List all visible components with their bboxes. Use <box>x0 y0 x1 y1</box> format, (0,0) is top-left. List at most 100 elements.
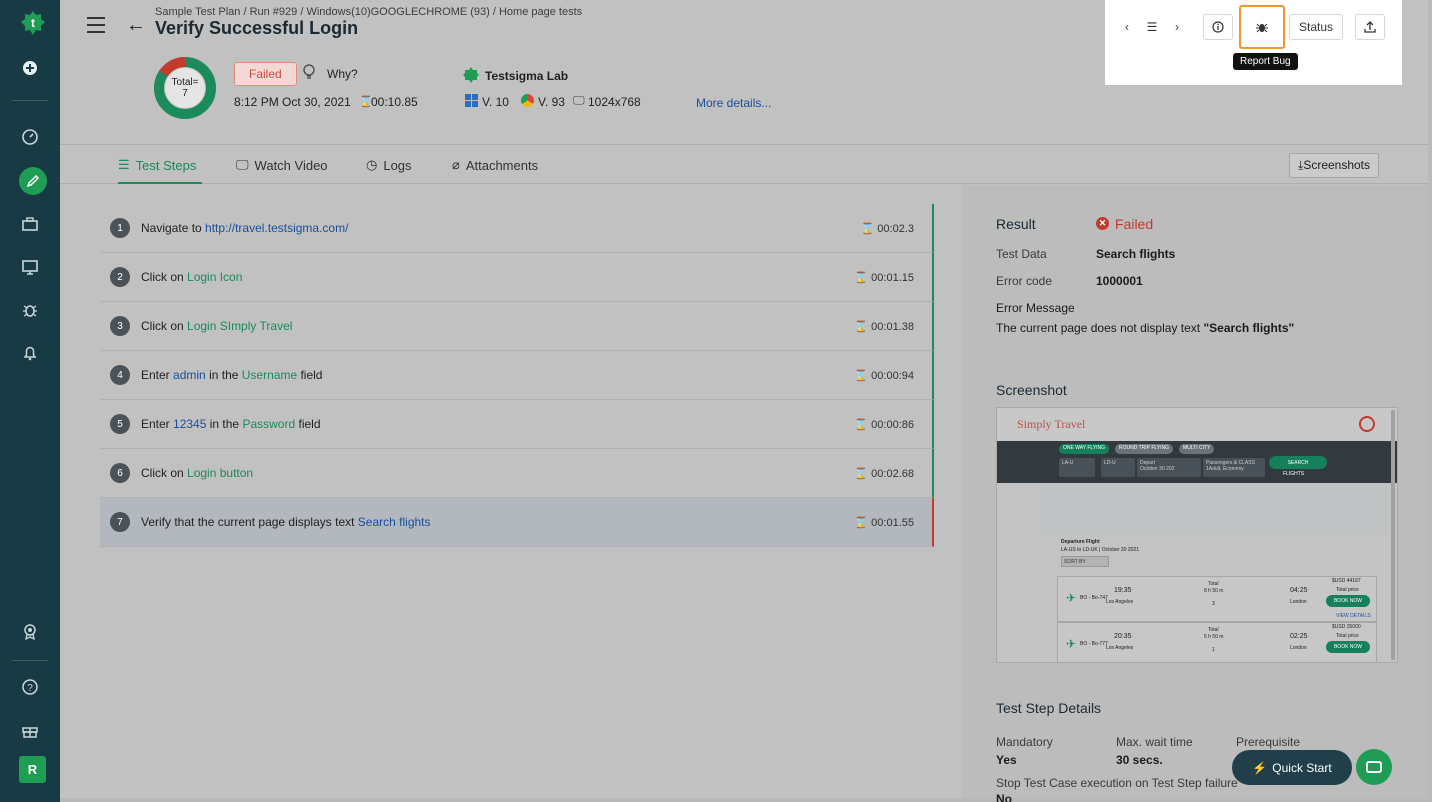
sidebar: t ? R <box>0 0 60 802</box>
step-number: 7 <box>110 512 130 532</box>
thumbnail-scrollbar[interactable] <box>1391 410 1395 660</box>
filters-area <box>1037 483 1387 533</box>
screenshots-button[interactable]: ⤓Screenshots <box>1289 153 1380 178</box>
wait-time-value: 30 secs. <box>1116 753 1163 767</box>
flight-code: BO - Bo-747 <box>1080 595 1108 601</box>
gift-icon[interactable] <box>18 718 42 742</box>
flight-total: Total <box>1208 581 1219 587</box>
from-field: LA-U <box>1059 458 1095 477</box>
monitor-icon[interactable] <box>18 255 42 279</box>
flight-code: BO - Bo-777 <box>1080 641 1108 647</box>
page-title: Verify Successful Login <box>155 18 359 38</box>
flights-label: FLIGHTS <box>1283 471 1305 477</box>
award-icon[interactable] <box>18 620 42 644</box>
result-donut-chart: Total= 7 <box>153 56 217 120</box>
step-duration: ⌛ 00:00:86 <box>854 418 914 431</box>
chrome-icon <box>521 94 534 107</box>
logo-icon[interactable]: t <box>19 9 47 37</box>
resolution-icon: 🖵 <box>573 93 585 107</box>
run-duration: 00:10.85 <box>371 95 418 109</box>
tab-attachments[interactable]: ⌀ Attachments <box>452 157 538 173</box>
tab-watch-video[interactable]: 🖵 Watch Video <box>236 157 328 173</box>
briefcase-icon[interactable] <box>18 212 42 236</box>
lightning-icon: ⚡ <box>1252 760 1268 775</box>
help-icon[interactable]: ? <box>18 675 42 699</box>
tab-test-steps[interactable]: ☰ Test Steps <box>118 157 196 173</box>
donut-total-label: Total= <box>171 77 199 88</box>
run-timestamp: 8:12 PM Oct 30, 2021 <box>234 95 351 109</box>
test-data-label: Test Data <box>996 247 1047 261</box>
error-message-text: The current page does not display text "… <box>996 321 1295 335</box>
search-button: SEARCH <box>1269 456 1327 469</box>
flight-price: $USD 44167 <box>1332 578 1361 584</box>
step-duration: ⌛ 00:01.15 <box>854 271 914 284</box>
list-icon: ☰ <box>118 157 130 172</box>
export-button[interactable] <box>1355 14 1385 40</box>
tab-label: Logs <box>383 157 412 173</box>
edit-icon[interactable] <box>19 167 47 195</box>
more-details-link[interactable]: More details... <box>696 96 771 110</box>
step-number: 5 <box>110 414 130 434</box>
step-result-panel: Result ✕ Failed Test Data Search flights… <box>962 185 1428 802</box>
view-details-link: VIEW DETAILS <box>1336 613 1371 619</box>
wait-time-label: Max. wait time <box>1116 735 1193 749</box>
plane-icon: ✈ <box>1066 591 1077 605</box>
step-duration: ⌛ 00:02.3 <box>860 222 914 235</box>
quick-start-button[interactable]: ⚡ Quick Start <box>1232 750 1352 785</box>
chat-button[interactable] <box>1356 749 1392 785</box>
upload-icon <box>1364 21 1376 33</box>
chat-icon <box>1366 761 1382 773</box>
trip-type-pill: MULTI CITY <box>1179 444 1215 454</box>
trip-type-pill: ROUND TRIP FLYING <box>1115 444 1174 454</box>
flight-stops: 3 <box>1212 601 1215 607</box>
step-row[interactable]: 4 Enter admin in the Username field ⌛ 00… <box>100 351 934 400</box>
bulb-icon[interactable] <box>301 63 317 85</box>
bug-icon[interactable] <box>18 298 42 322</box>
flight-duration: 5 h 50 m <box>1204 634 1224 640</box>
prev-step-button[interactable]: ‹ <box>1117 14 1137 40</box>
report-bug-button[interactable] <box>1239 5 1285 49</box>
browser-version: V. 93 <box>538 95 565 109</box>
step-row-failed[interactable]: 7 Verify that the current page displays … <box>100 498 934 547</box>
os-version: V. 10 <box>482 95 509 109</box>
departure-time: 20:35 <box>1114 633 1132 640</box>
step-row[interactable]: 1 Navigate to http://travel.testsigma.co… <box>100 204 934 253</box>
next-step-button[interactable]: › <box>1167 14 1187 40</box>
step-duration: ⌛ 00:02.68 <box>854 467 914 480</box>
back-arrow-icon[interactable]: ← <box>126 14 146 37</box>
menu-icon[interactable] <box>87 17 105 33</box>
step-row[interactable]: 5 Enter 12345 in the Password field ⌛ 00… <box>100 400 934 449</box>
flight-card: ✈ BO - Bo-747 19:35 Los Angeles Total 8 … <box>1057 576 1377 622</box>
step-row[interactable]: 6 Click on Login button ⌛ 00:02.68 <box>100 449 934 498</box>
stop-execution-value: No <box>996 792 1012 802</box>
main-content: ← Sample Test Plan / Run #929 / Windows(… <box>60 0 1428 802</box>
passengers-field: Passengers & CLASS 1Adult, Economy <box>1203 458 1265 477</box>
step-number: 4 <box>110 365 130 385</box>
step-text: Enter 12345 in the Password field <box>141 417 321 431</box>
why-link[interactable]: Why? <box>327 67 358 81</box>
screenshot-thumbnail[interactable]: Simply Travel ONE WAY FLYING ROUND TRIP … <box>996 407 1398 663</box>
status-button[interactable]: Status <box>1289 14 1343 40</box>
step-list-button[interactable]: ☰ <box>1141 14 1163 40</box>
result-heading: Result <box>996 216 1036 232</box>
sort-by-dropdown: SORT BY <box>1061 556 1109 567</box>
breadcrumb[interactable]: Sample Test Plan / Run #929 / Windows(10… <box>155 6 582 18</box>
prerequisite-label: Prerequisite <box>1236 735 1301 749</box>
info-button[interactable] <box>1203 14 1233 40</box>
step-text: Click on Login Icon <box>141 270 243 284</box>
tab-label: Watch Video <box>254 157 328 173</box>
book-now-button: BOOK NOW <box>1326 641 1370 653</box>
dashboard-icon[interactable] <box>18 125 42 149</box>
lab-name: Testsigma Lab <box>485 69 569 83</box>
step-duration: ⌛ 00:00:94 <box>854 369 914 382</box>
tab-logs[interactable]: ◷ Logs <box>366 157 412 173</box>
bell-icon[interactable] <box>18 341 42 365</box>
add-icon[interactable] <box>18 56 42 80</box>
step-row[interactable]: 3 Click on Login SImply Travel ⌛ 00:01.3… <box>100 302 934 351</box>
step-row[interactable]: 2 Click on Login Icon ⌛ 00:01.15 <box>100 253 934 302</box>
avatar[interactable]: R <box>19 756 46 783</box>
arrival-time: 04:25 <box>1290 587 1308 594</box>
tab-label: Test Steps <box>135 157 197 173</box>
trip-type-pill: ONE WAY FLYING <box>1059 444 1110 454</box>
status-badge: Failed <box>234 62 297 86</box>
